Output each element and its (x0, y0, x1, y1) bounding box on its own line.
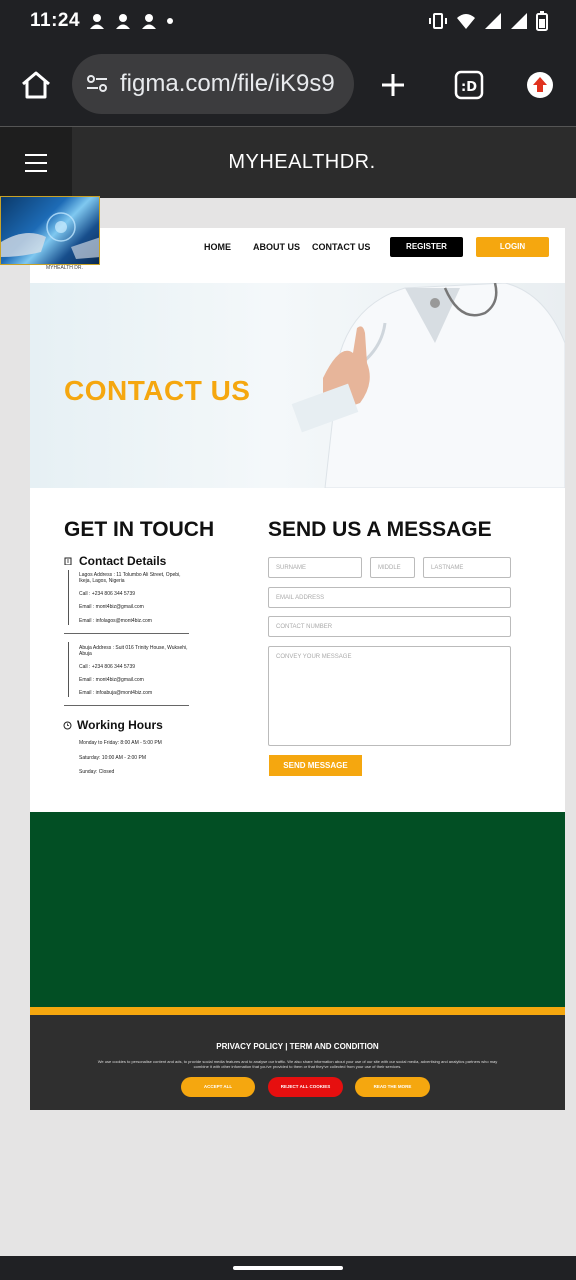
register-button[interactable]: REGISTER (390, 237, 463, 257)
doctor-image (291, 283, 565, 488)
read-more-button[interactable]: READ THE MORE (355, 1077, 430, 1097)
login-button[interactable]: LOGIN (476, 237, 549, 257)
clock-icon (63, 721, 72, 730)
reject-cookies-button[interactable]: REJECT ALL COOKIES (268, 1077, 343, 1097)
address-bar[interactable]: figma.com/file/iK9s9 (72, 54, 354, 114)
new-tab-icon[interactable] (380, 72, 406, 98)
lastname-input[interactable]: LASTNAME (423, 557, 511, 578)
vibrate-icon (429, 13, 447, 29)
hours-weekday: Monday to Friday: 8:00 AM - 5:00 PM (79, 740, 162, 746)
hours-saturday: Saturday: 10:00 AM - 2:00 PM (79, 755, 146, 761)
cookie-banner: PRIVACY POLICY | TERM AND CONDITION We u… (30, 1015, 565, 1110)
file-title: MYHEALTHDR. (228, 151, 376, 173)
lagos-call: Call : +234 806 344 5739 (79, 591, 136, 597)
lagos-email-1: Email : mont4biz@gmail.com (79, 604, 144, 610)
dot-icon (167, 18, 173, 24)
abuja-email-2: Email : infoabuja@mont4biz.com (79, 690, 153, 696)
figma-header: MYHEALTHDR. (0, 126, 576, 199)
signal-icon (511, 13, 527, 29)
update-icon[interactable] (526, 71, 554, 99)
browser-toolbar: figma.com/file/iK9s9 :D (0, 44, 576, 126)
abuja-call: Call : +234 806 344 5739 (79, 664, 136, 670)
battery-icon (536, 11, 548, 31)
signal-icon (485, 13, 501, 29)
person-icon (90, 14, 104, 29)
footer-accent-line (30, 1007, 565, 1015)
cookie-text: We use cookies to personalise content an… (97, 1059, 498, 1069)
person-icon (142, 14, 156, 29)
figma-canvas: MYHEALTHDR. MYHEALTH DR. HOME ABOUT US C… (0, 126, 576, 1256)
nav-contact[interactable]: CONTACT US (312, 242, 370, 252)
footer-green-band (30, 812, 565, 1007)
status-bar: 11:24 (0, 0, 576, 44)
status-notification-icons (88, 12, 174, 30)
abuja-email-1: Email : mont4biz@gmail.com (79, 677, 144, 683)
abuja-address: Abuja Address : Suit 016 Trinity House, … (79, 645, 188, 657)
lagos-email-2: Email : infolagos@mont4biz.com (79, 618, 152, 624)
nav-home[interactable]: HOME (204, 242, 231, 252)
home-icon[interactable] (20, 70, 52, 100)
middle-name-input[interactable]: MIDDLE (370, 557, 415, 578)
hero-banner: CONTACT US (30, 283, 565, 488)
get-in-touch-title: GET IN TOUCH (64, 518, 215, 541)
send-message-button[interactable]: SEND MESSAGE (269, 755, 362, 776)
lagos-address: Lagos Address : 11 Tolumbo Ali Street, O… (79, 572, 181, 584)
tab-switcher-icon[interactable]: :D (454, 70, 484, 100)
person-icon (116, 14, 130, 29)
svg-text::D: :D (461, 80, 477, 95)
wifi-icon (457, 14, 475, 29)
site-settings-icon[interactable] (86, 74, 108, 94)
contact-details-title: Contact Details (79, 554, 167, 568)
status-time: 11:24 (30, 10, 81, 31)
logo-text: MYHEALTH DR. (46, 265, 83, 271)
home-indicator[interactable] (233, 1266, 343, 1270)
gesture-bar (0, 1256, 576, 1280)
site-nav: MYHEALTH DR. HOME ABOUT US CONTACT US RE… (30, 228, 565, 283)
email-input[interactable]: EMAIL ADDRESS (268, 587, 511, 608)
send-message-title: SEND US A MESSAGE (268, 518, 492, 541)
status-system-icons (428, 11, 548, 31)
contact-number-input[interactable]: CONTACT NUMBER (268, 616, 511, 637)
working-hours-title: Working Hours (77, 718, 163, 732)
url-text[interactable]: figma.com/file/iK9s9 (120, 70, 348, 98)
surname-input[interactable]: SURNAME (268, 557, 362, 578)
nav-about[interactable]: ABOUT US (253, 242, 300, 252)
cookie-title: PRIVACY POLICY | TERM AND CONDITION (216, 1042, 379, 1051)
accept-all-button[interactable]: ACCEPT ALL (181, 1077, 255, 1097)
message-textarea[interactable]: CONVEY YOUR MESSAGE (268, 646, 511, 746)
hero-title: CONTACT US (64, 375, 251, 406)
building-icon (64, 557, 72, 565)
logo-image (0, 196, 100, 265)
website-frame: MYHEALTH DR. HOME ABOUT US CONTACT US RE… (30, 228, 565, 1110)
hours-sunday: Sunday: Closed (79, 769, 115, 775)
tech-hands-image (1, 212, 99, 259)
